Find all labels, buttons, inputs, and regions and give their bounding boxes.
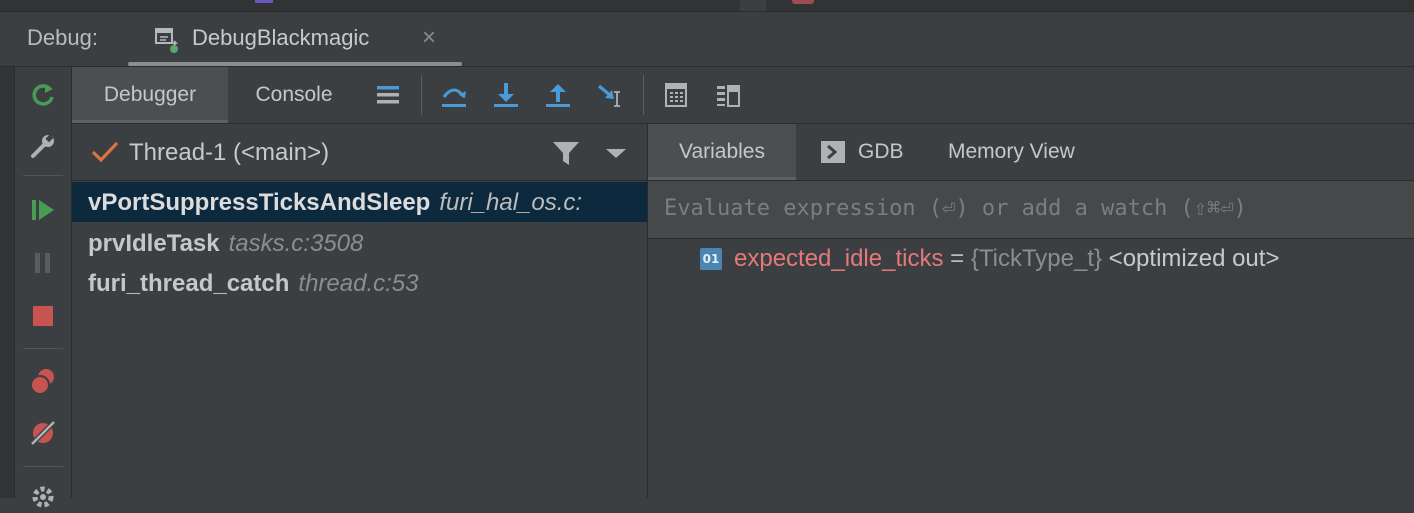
stack-frame[interactable]: vPortSuppressTicksAndSleep furi_hal_os.c:	[72, 182, 647, 222]
variable-type-badge: 01	[700, 248, 722, 270]
evaluate-expression-placeholder: Evaluate expression (⏎) or add a watch (…	[664, 196, 1247, 221]
tab-debugger[interactable]: Debugger	[72, 67, 228, 123]
run-config-tab[interactable]: DebugBlackmagic ×	[128, 12, 462, 66]
tab-variables[interactable]: Variables	[648, 124, 796, 180]
tab-underline	[72, 120, 228, 123]
tab-label: Console	[255, 83, 333, 106]
mute-breakpoints-icon[interactable]	[27, 417, 59, 449]
frame-location: tasks.c:3508	[228, 230, 364, 257]
variable-name: expected_idle_ticks	[734, 245, 944, 272]
frame-function: prvIdleTask tasks.c:3508	[88, 230, 364, 257]
thread-name: Thread-1 (<main>)	[129, 139, 330, 166]
filter-icon[interactable]	[550, 138, 582, 168]
stack-frame[interactable]: prvIdleTask tasks.c:3508	[72, 223, 647, 263]
debugger-toolbar: Debugger Console	[72, 67, 1414, 124]
editor-tab-marker-red	[792, 0, 814, 4]
evaluate-expression-input[interactable]: Evaluate expression (⏎) or add a watch (…	[648, 181, 1414, 239]
resume-icon[interactable]	[27, 194, 59, 226]
tab-gdb[interactable]: GDB	[808, 124, 928, 180]
editor-tab-marker	[255, 0, 273, 3]
editor-tab-strip	[0, 0, 1414, 12]
step-over-icon[interactable]	[436, 77, 472, 113]
tab-label: Variables	[679, 140, 765, 163]
toolbar-separator	[421, 75, 422, 115]
frames-panel: Thread-1 (<main>) vPortSuppressTicksAndS…	[72, 124, 648, 498]
checkmark-icon	[90, 138, 120, 166]
run-config-name: DebugBlackmagic	[192, 25, 370, 50]
settings-wrench-icon[interactable]	[27, 131, 59, 163]
frame-function: vPortSuppressTicksAndSleep furi_hal_os.c:	[88, 189, 583, 216]
frame-function: furi_thread_catch thread.c:53	[88, 270, 419, 297]
variables-tab-bar: Variables GDB Memory View	[648, 124, 1414, 181]
toolbar-separator	[643, 75, 644, 115]
debug-actions-toolbar	[15, 67, 72, 508]
evaluate-expression-icon[interactable]	[658, 77, 694, 113]
frame-location: furi_hal_os.c:	[439, 189, 583, 216]
frame-location: thread.c:53	[298, 270, 419, 297]
variable-type: {TickType_t}	[970, 245, 1103, 272]
debug-label: Debug:	[27, 25, 98, 50]
pause-icon[interactable]	[27, 247, 59, 279]
variables-panel: Variables GDB Memory View Evaluate expre…	[648, 124, 1414, 498]
debug-config-icon	[152, 25, 180, 53]
tab-label: GDB	[858, 140, 904, 163]
step-out-icon[interactable]	[540, 77, 576, 113]
restore-layout-icon[interactable]	[710, 77, 746, 113]
tab-console[interactable]: Console	[230, 67, 358, 123]
toolbar-separator	[23, 175, 63, 176]
tab-underline	[128, 62, 462, 66]
tab-memory-view[interactable]: Memory View	[948, 124, 1118, 180]
gear-icon[interactable]	[27, 481, 59, 513]
view-breakpoints-icon[interactable]	[27, 365, 59, 397]
toolbar-separator	[23, 466, 63, 467]
tab-label: Debugger	[103, 83, 197, 106]
close-icon[interactable]: ×	[422, 24, 436, 52]
variable-equals: =	[943, 245, 971, 272]
rerun-icon[interactable]	[27, 79, 59, 111]
thread-selector[interactable]: Thread-1 (<main>)	[72, 124, 647, 181]
show-execution-point-icon[interactable]	[370, 77, 406, 113]
variable-value: <optimized out>	[1102, 245, 1280, 272]
variable-text: expected_idle_ticks = {TickType_t} <opti…	[734, 245, 1279, 273]
chevron-down-icon[interactable]	[602, 142, 630, 164]
tab-underline	[648, 177, 796, 180]
tab-label: Memory View	[948, 140, 1075, 163]
stack-frame[interactable]: furi_thread_catch thread.c:53	[72, 263, 647, 303]
editor-tab-separator	[740, 0, 766, 11]
toolbar-separator	[23, 348, 63, 349]
run-to-cursor-icon[interactable]	[592, 77, 628, 113]
console-prompt-icon	[820, 140, 846, 164]
left-tool-window-strip	[0, 67, 15, 498]
stop-icon[interactable]	[27, 300, 59, 332]
step-into-icon[interactable]	[488, 77, 524, 113]
